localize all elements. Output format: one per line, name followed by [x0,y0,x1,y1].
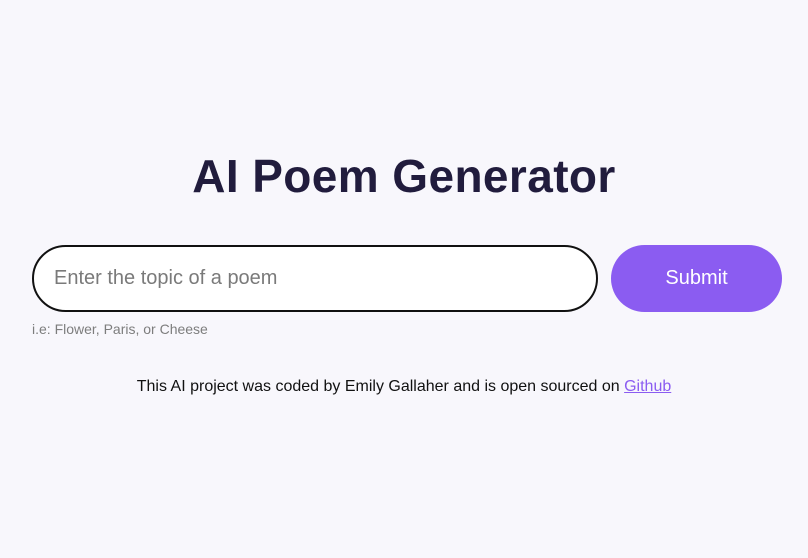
github-link[interactable]: Github [624,378,671,395]
page: AI Poem Generator Submit i.e: Flower, Pa… [0,0,808,558]
footer: This AI project was coded by Emily Galla… [0,378,808,396]
page-title: AI Poem Generator [192,150,616,202]
footer-text: This AI project was coded by Emily Galla… [136,378,625,395]
submit-button[interactable]: Submit [611,245,782,312]
poem-form: Submit [32,245,782,312]
topic-input[interactable] [32,245,598,312]
input-hint: i.e: Flower, Paris, or Cheese [32,321,208,337]
